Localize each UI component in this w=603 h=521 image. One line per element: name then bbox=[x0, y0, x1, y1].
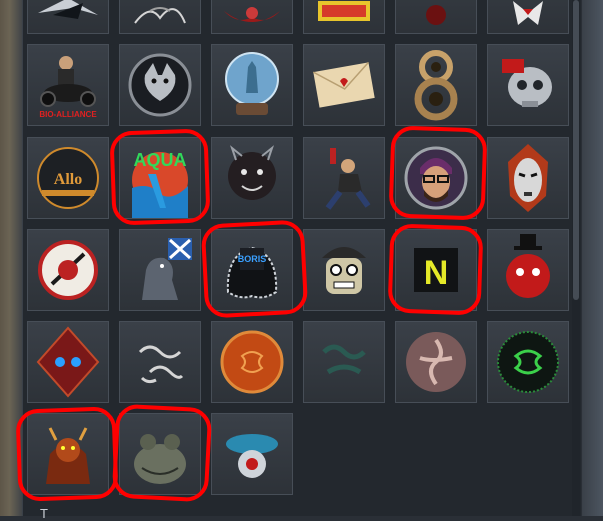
scrollbar-thumb[interactable] bbox=[573, 0, 579, 300]
avatar-tile[interactable] bbox=[487, 137, 569, 219]
razer-teal-snake-icon bbox=[322, 344, 366, 375]
snow-globe-icon bbox=[225, 52, 279, 115]
avatar-tile[interactable]: N bbox=[395, 229, 477, 311]
demon-warrior-icon bbox=[46, 427, 90, 484]
red-dark-icon bbox=[426, 5, 446, 25]
red-ribbon-icon bbox=[513, 1, 543, 25]
razer-wood-circle-icon bbox=[406, 332, 466, 392]
avatar-tile[interactable] bbox=[119, 321, 201, 403]
bearded-man-portrait-icon bbox=[404, 146, 468, 210]
avatar-tile[interactable] bbox=[395, 44, 477, 126]
avatar-tile[interactable] bbox=[27, 0, 109, 34]
boris-text: BORIS bbox=[238, 254, 267, 264]
aqua-text: AQUA bbox=[134, 150, 187, 170]
robot-eye-icon bbox=[226, 434, 278, 478]
number-eight-icon bbox=[414, 50, 458, 121]
avatar-tile[interactable]: Allo bbox=[27, 137, 109, 219]
background-left bbox=[0, 0, 24, 516]
avatar-tile[interactable] bbox=[119, 44, 201, 126]
razer-green-badge-icon bbox=[497, 331, 559, 393]
bio-alliance-text: BIO-ALLIANCE bbox=[39, 110, 97, 119]
stone-frog-icon bbox=[134, 434, 186, 484]
running-man-icon bbox=[325, 148, 371, 210]
red-creature-hat-icon bbox=[506, 234, 550, 298]
red-ornament-icon bbox=[224, 7, 280, 22]
avatar-tile[interactable] bbox=[211, 0, 293, 34]
avatar-tile[interactable] bbox=[303, 44, 385, 126]
avatar-tile[interactable] bbox=[27, 321, 109, 403]
avatar-tile[interactable] bbox=[119, 229, 201, 311]
razer-white-snake-icon bbox=[138, 345, 184, 384]
avatar-tile[interactable] bbox=[211, 413, 293, 495]
aqua-logo-icon: AQUA bbox=[132, 150, 188, 218]
love-letter-icon bbox=[312, 61, 375, 108]
avatar-tile[interactable] bbox=[487, 229, 569, 311]
avatar-tile[interactable] bbox=[303, 229, 385, 311]
crow-icon bbox=[38, 0, 98, 19]
dragon-sketch-icon bbox=[134, 7, 186, 24]
avatar-tile[interactable] bbox=[211, 321, 293, 403]
red-diamond-mask-icon bbox=[36, 326, 100, 398]
devil-sketch-icon bbox=[228, 145, 276, 200]
avatar-tile[interactable]: AQUA bbox=[119, 137, 201, 219]
avatar-tile[interactable] bbox=[487, 321, 569, 403]
avatar-tile[interactable] bbox=[303, 0, 385, 34]
avatar-tile[interactable]: BIO-ALLIANCE bbox=[27, 44, 109, 126]
godzilla-icon bbox=[142, 238, 192, 300]
n-letter-text: N bbox=[424, 254, 449, 292]
avatar-tile[interactable] bbox=[303, 137, 385, 219]
avatar-tile[interactable] bbox=[119, 0, 201, 34]
svg-text:Allo: Allo bbox=[54, 171, 82, 188]
avatar-tile[interactable] bbox=[395, 137, 477, 219]
background-right bbox=[582, 0, 603, 516]
avatar-tile[interactable] bbox=[211, 137, 293, 219]
boris-hat-icon: BORIS bbox=[226, 246, 278, 299]
avatar-tile[interactable] bbox=[395, 321, 477, 403]
avatar-tile[interactable] bbox=[395, 0, 477, 34]
yellow-sign-icon bbox=[318, 1, 370, 21]
avatar-tile[interactable] bbox=[303, 321, 385, 403]
tribal-mask-icon bbox=[508, 144, 548, 212]
soldier-cartoon-icon bbox=[322, 247, 366, 294]
rat-badge-icon bbox=[128, 53, 192, 117]
alliance-logo-icon: Allo bbox=[37, 147, 99, 209]
avatar-tile[interactable] bbox=[487, 44, 569, 126]
avatar-tile[interactable] bbox=[211, 44, 293, 126]
scrollbar[interactable] bbox=[572, 0, 580, 516]
avatar-tile[interactable]: BORIS bbox=[211, 229, 293, 311]
yellow-n-logo-icon: N bbox=[414, 248, 458, 292]
avatar-tile[interactable] bbox=[487, 0, 569, 34]
footer-label: T bbox=[40, 506, 48, 521]
biker-icon: BIO-ALLIANCE bbox=[39, 56, 97, 119]
team-badge-icon bbox=[38, 240, 98, 300]
avatar-tile[interactable] bbox=[27, 413, 109, 495]
razer-orange-circle-icon bbox=[220, 330, 284, 394]
skull-flag-icon bbox=[502, 59, 552, 107]
avatar-tile[interactable] bbox=[27, 229, 109, 311]
avatar-tile[interactable] bbox=[119, 413, 201, 495]
